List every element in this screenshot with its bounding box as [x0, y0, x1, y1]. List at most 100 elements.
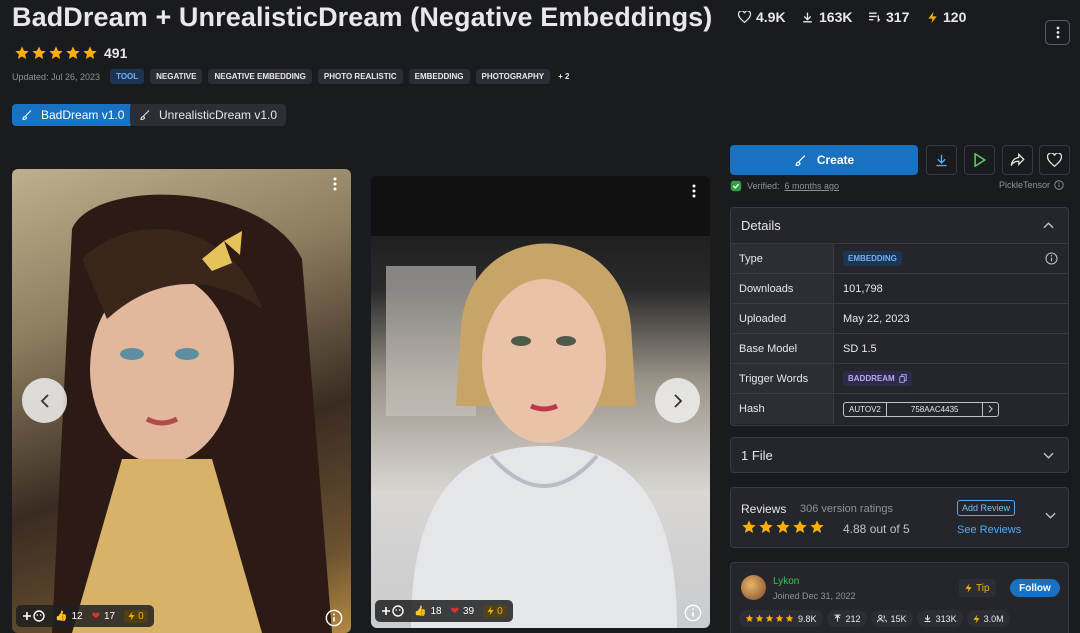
tip-button[interactable]: Tip — [959, 579, 996, 597]
lightning-icon — [965, 583, 972, 593]
creator-name[interactable]: Lykon — [773, 576, 799, 587]
favorites-stat[interactable]: 4.9K — [738, 9, 786, 25]
add-emoji-icon — [382, 605, 404, 617]
detail-key: Base Model — [731, 334, 834, 363]
play-icon — [974, 153, 986, 167]
create-button[interactable]: Create — [730, 145, 918, 175]
image-menu-button[interactable] — [692, 184, 696, 198]
like-reaction[interactable]: 👍 18 — [414, 606, 442, 617]
star-icon — [742, 520, 756, 533]
files-panel[interactable]: 1 File — [730, 437, 1069, 473]
share-icon — [1010, 153, 1025, 166]
tips-count: 120 — [943, 9, 967, 25]
tag-tool[interactable]: TOOL — [110, 69, 145, 84]
gallery-next-button[interactable] — [655, 378, 700, 423]
more-tags-button[interactable]: + 2 — [558, 72, 569, 81]
updated-date: Updated: Jul 26, 2023 — [12, 71, 101, 82]
kebab-icon — [692, 184, 696, 198]
rating-count: 491 — [104, 45, 128, 61]
create-label: Create — [816, 153, 855, 167]
gallery-prev-button[interactable] — [22, 378, 67, 423]
detail-row-base-model: Base Model SD 1.5 — [731, 334, 1068, 364]
thumbs-up-icon: 👍 — [55, 610, 68, 622]
info-icon — [684, 604, 702, 622]
heart-icon — [738, 11, 751, 23]
add-reaction-button[interactable] — [381, 605, 405, 617]
image-menu-button[interactable] — [333, 177, 337, 191]
tip-reaction[interactable]: 0 — [483, 604, 507, 618]
type-badge: EMBEDDING — [843, 251, 902, 266]
detail-key: Downloads — [731, 274, 834, 303]
heart-count: 17 — [103, 610, 116, 622]
image-info-button[interactable] — [325, 609, 343, 627]
tag-embedding[interactable]: EMBEDDING — [408, 69, 470, 84]
collections-count: 317 — [886, 9, 910, 25]
rating-stars — [14, 45, 98, 61]
download-icon — [936, 154, 947, 166]
tag-photo-realistic[interactable]: PHOTO REALISTIC — [317, 69, 403, 84]
lightning-icon — [928, 11, 937, 23]
like-button[interactable] — [1039, 145, 1070, 175]
reaction-bar: 👍 12 ❤ 17 0 — [16, 605, 154, 627]
creator-followers-stat: 15K — [870, 610, 913, 627]
info-icon[interactable] — [1054, 180, 1064, 190]
chevron-down-icon — [1043, 452, 1054, 459]
trigger-word: BADDREAM — [848, 374, 895, 383]
brush-icon — [22, 110, 32, 121]
version-tab-unrealisticdream[interactable]: UnrealisticDream v1.0 — [130, 104, 287, 126]
info-icon[interactable] — [1045, 252, 1058, 265]
tip-count: 0 — [138, 610, 144, 622]
heart-icon: ❤ — [450, 605, 459, 617]
share-button[interactable] — [1002, 145, 1033, 175]
more-options-button[interactable] — [1045, 20, 1070, 45]
detail-row-downloads: Downloads 101,798 — [731, 274, 1068, 304]
image-info-button[interactable] — [684, 604, 702, 622]
star-icon — [810, 520, 824, 533]
hash-value[interactable]: 758AAC4435 — [885, 402, 983, 416]
hash-selector[interactable]: AUTOV2 758AAC4435 — [843, 401, 1000, 417]
tag-negative[interactable]: NEGATIVE — [150, 69, 203, 84]
chevron-down-icon[interactable] — [1045, 512, 1056, 519]
tag-negative-embedding[interactable]: NEGATIVE EMBEDDING — [208, 69, 312, 84]
tips-stat: 120 — [927, 9, 966, 25]
tip-reaction[interactable]: 0 — [124, 609, 148, 623]
hash-next-button[interactable] — [982, 402, 998, 416]
heart-reaction[interactable]: ❤ 17 — [92, 611, 116, 622]
files-label: 1 File — [741, 447, 773, 463]
rating-summary[interactable]: 491 — [14, 45, 127, 61]
follow-button[interactable]: Follow — [1010, 579, 1060, 597]
star-icon — [775, 614, 784, 622]
stat-value: 15K — [890, 613, 907, 624]
run-button[interactable] — [964, 145, 995, 175]
add-emoji-icon — [23, 610, 45, 622]
star-icon — [66, 46, 80, 59]
verified-prefix: Verified: — [747, 181, 780, 191]
creator-card: Lykon Joined Dec 31, 2022 Tip Follow 9.8… — [730, 562, 1069, 633]
verified-time-link[interactable]: 6 months ago — [785, 181, 840, 191]
tag-photography[interactable]: PHOTOGRAPHY — [475, 69, 551, 84]
like-reaction[interactable]: 👍 12 — [55, 611, 83, 622]
details-title: Details — [741, 218, 781, 233]
star-icon — [759, 520, 773, 533]
version-label: UnrealisticDream v1.0 — [159, 108, 278, 122]
creator-joined: Joined Dec 31, 2022 — [773, 591, 856, 601]
heart-reaction[interactable]: ❤ 39 — [451, 606, 475, 617]
verified-status: Verified: 6 months ago — [730, 180, 839, 192]
reviews-panel: Reviews 306 version ratings 4.88 out of … — [730, 487, 1069, 548]
add-reaction-button[interactable] — [22, 610, 46, 622]
favorites-count: 4.9K — [756, 9, 786, 25]
details-header[interactable]: Details — [731, 208, 1068, 244]
stat-value: 3.0M — [983, 613, 1004, 624]
heart-count: 39 — [462, 605, 475, 617]
copy-icon — [899, 374, 907, 383]
info-icon — [325, 609, 343, 627]
avatar[interactable] — [741, 575, 766, 600]
add-review-button[interactable]: Add Review — [957, 500, 1016, 516]
trigger-word-chip[interactable]: BADDREAM — [843, 371, 912, 386]
version-tab-baddream[interactable]: BadDream v1.0 — [12, 104, 134, 126]
see-reviews-link[interactable]: See Reviews — [957, 524, 1021, 536]
detail-key: Trigger Words — [731, 364, 834, 393]
star-icon — [765, 614, 774, 622]
chevron-right-icon — [673, 393, 682, 408]
download-button[interactable] — [926, 145, 957, 175]
